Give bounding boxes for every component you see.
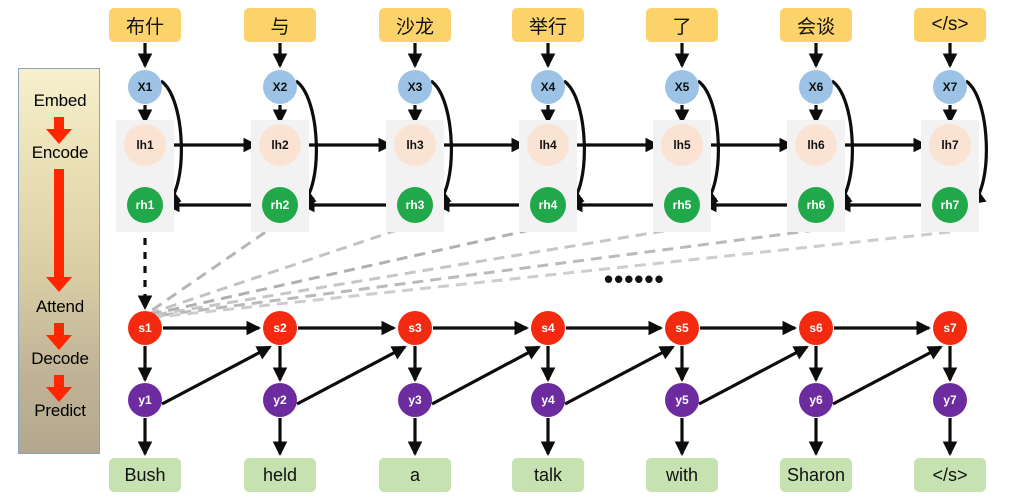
- backward-hidden-node[interactable]: rh4: [530, 187, 566, 223]
- decoder-state-node[interactable]: s1: [128, 311, 162, 345]
- decoder-output-node[interactable]: y4: [531, 383, 565, 417]
- forward-hidden-node[interactable]: lh5: [661, 124, 703, 166]
- stage-arrow-decode-to-predict: [46, 375, 72, 402]
- decoder-output-node[interactable]: y1: [128, 383, 162, 417]
- state-to-output-edges: [137, 346, 958, 383]
- stage-label-attend: Attend: [36, 297, 84, 316]
- backward-hidden-node[interactable]: rh6: [798, 187, 834, 223]
- target-token-box[interactable]: Sharon: [780, 458, 852, 492]
- decoder-output-node[interactable]: y5: [665, 383, 699, 417]
- source-token-box[interactable]: 会谈: [780, 8, 852, 42]
- backward-hidden-node[interactable]: rh2: [262, 187, 298, 223]
- forward-hidden-node[interactable]: lh3: [394, 124, 436, 166]
- source-token-to-embedding-edges: [137, 43, 958, 69]
- forward-hidden-node[interactable]: lh7: [929, 124, 971, 166]
- forward-hidden-node[interactable]: lh6: [795, 124, 837, 166]
- target-token-box[interactable]: with: [646, 458, 718, 492]
- decoder-output-node[interactable]: y3: [398, 383, 432, 417]
- forward-hidden-node[interactable]: lh4: [527, 124, 569, 166]
- target-token-box[interactable]: held: [244, 458, 316, 492]
- decoder-state-node[interactable]: s6: [799, 311, 833, 345]
- embedding-node[interactable]: X4: [531, 70, 565, 104]
- stage-label-encode: Encode: [31, 143, 89, 162]
- stage-label-decode: Decode: [31, 349, 89, 368]
- stage-label-predict: Predict: [34, 401, 86, 420]
- embedding-node[interactable]: X3: [398, 70, 432, 104]
- stage-label-embed: Embed: [33, 91, 87, 110]
- diagram-canvas: Embed Encode Attend Decode Predict 布什 与 …: [0, 0, 1011, 500]
- source-token-box[interactable]: 布什: [109, 8, 181, 42]
- embedding-node[interactable]: X1: [128, 70, 162, 104]
- source-token-box[interactable]: 与: [244, 8, 316, 42]
- target-token-box[interactable]: talk: [512, 458, 584, 492]
- decoder-output-node[interactable]: y2: [263, 383, 297, 417]
- source-token-box[interactable]: 举行: [512, 8, 584, 42]
- decoder-output-node[interactable]: y7: [933, 383, 967, 417]
- backward-hidden-node[interactable]: rh1: [127, 187, 163, 223]
- decoder-output-node[interactable]: y6: [799, 383, 833, 417]
- decoder-state-node[interactable]: s5: [665, 311, 699, 345]
- source-token-box[interactable]: 沙龙: [379, 8, 451, 42]
- embedding-node[interactable]: X2: [263, 70, 297, 104]
- source-token-box[interactable]: </s>: [914, 8, 986, 42]
- stage-arrow-attend-to-decode: [46, 323, 72, 350]
- decoder-state-node[interactable]: s4: [531, 311, 565, 345]
- pipeline-stage-panel: Embed Encode Attend Decode Predict: [18, 68, 100, 454]
- decoder-state-node[interactable]: s3: [398, 311, 432, 345]
- sequence-ellipsis: ••••••: [604, 264, 665, 294]
- embedding-node[interactable]: X5: [665, 70, 699, 104]
- target-token-box[interactable]: a: [379, 458, 451, 492]
- forward-hidden-node[interactable]: lh2: [259, 124, 301, 166]
- source-token-box[interactable]: 了: [646, 8, 718, 42]
- decoder-state-node[interactable]: s2: [263, 311, 297, 345]
- forward-hidden-node[interactable]: lh1: [124, 124, 166, 166]
- attention-edges: [147, 220, 951, 320]
- stage-arrow-encode-to-attend: [46, 169, 72, 292]
- target-token-box[interactable]: </s>: [914, 458, 986, 492]
- decoder-state-node[interactable]: s7: [933, 311, 967, 345]
- backward-hidden-node[interactable]: rh3: [397, 187, 433, 223]
- backward-hidden-node[interactable]: rh5: [664, 187, 700, 223]
- embedding-node[interactable]: X6: [799, 70, 833, 104]
- target-token-box[interactable]: Bush: [109, 458, 181, 492]
- output-to-target-token-edges: [137, 418, 958, 457]
- stage-arrow-embed-to-encode: [46, 117, 72, 144]
- embedding-node[interactable]: X7: [933, 70, 967, 104]
- backward-hidden-node[interactable]: rh7: [932, 187, 968, 223]
